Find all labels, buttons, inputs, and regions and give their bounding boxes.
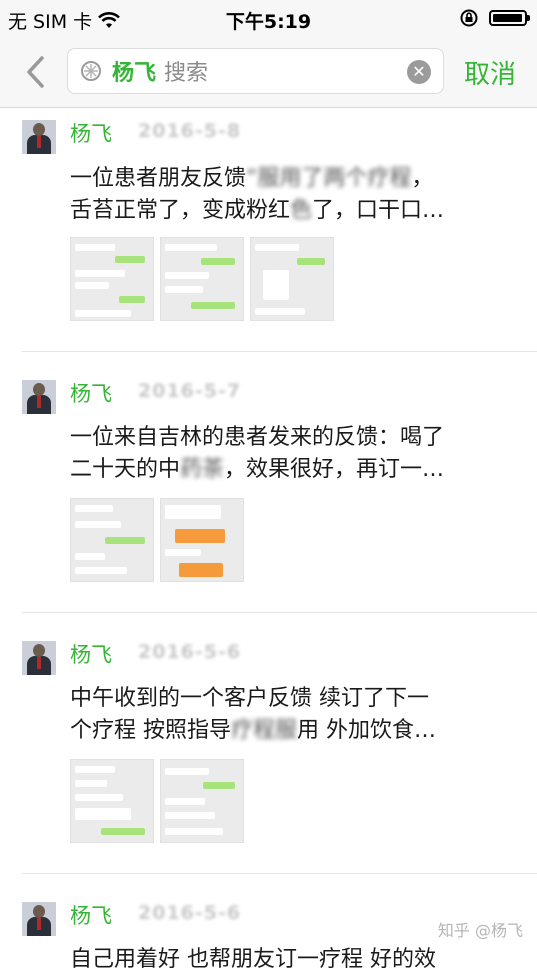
snippet-line2-b: 了，口干口… <box>312 198 445 223</box>
list-item[interactable]: 杨飞 2016-5-6 自己用着好 也帮朋友订一疗程 好的效 <box>0 874 537 972</box>
list-item[interactable]: 杨飞 2016-5-6 中午收到的一个客户反馈 续订了下一 个疗程 按照指导疗程… <box>0 613 537 874</box>
thumbnail-row <box>70 759 244 843</box>
snippet-line2-a: 二十天的中 <box>70 457 181 482</box>
orientation-lock-icon <box>460 9 478 27</box>
snippet-line1-b: ， <box>411 166 434 191</box>
avatar[interactable] <box>22 902 56 936</box>
status-bar: 无 SIM 卡 下午5:19 <box>0 0 537 38</box>
snippet-line2-a: 个疗程 按照指导 <box>70 718 231 743</box>
snippet-line2-blur: 药茶 <box>180 457 225 482</box>
list-item[interactable]: 杨飞 2016-5-8 一位患者朋友反馈“服用了两个疗程， 舌苔正常了，变成粉红… <box>0 108 537 352</box>
avatar[interactable] <box>22 380 56 414</box>
snippet-line1-a: 一位来自吉林的患者发来的反馈：喝了 <box>70 425 445 450</box>
avatar[interactable] <box>22 120 56 154</box>
post-date: 2016-5-7 <box>138 380 242 402</box>
battery-icon <box>489 10 530 26</box>
snippet-line2-b: ，效果很好，再订一… <box>224 457 445 482</box>
thumbnail-image[interactable] <box>250 237 334 321</box>
thumbnail-image[interactable] <box>160 759 244 843</box>
author-name[interactable]: 杨飞 <box>70 900 112 930</box>
thumbnail-image[interactable] <box>160 237 244 321</box>
post-date: 2016-5-6 <box>138 641 242 663</box>
snippet-line1-a: 自己用着好 也帮朋友订一疗程 好的效 <box>70 947 436 972</box>
thumbnail-image[interactable] <box>70 237 154 321</box>
thumbnail-row <box>70 237 334 321</box>
clear-icon[interactable]: ✕ <box>407 60 431 84</box>
snippet-line2-blur: 色 <box>290 198 313 223</box>
back-chevron-icon[interactable] <box>20 52 50 92</box>
thumbnail-image[interactable] <box>70 498 154 582</box>
search-bar: 杨飞 搜索 ✕ 取消 <box>0 38 537 108</box>
search-query: 杨飞 <box>112 61 157 86</box>
search-placeholder: 搜索 <box>164 61 209 86</box>
author-name[interactable]: 杨飞 <box>70 378 112 408</box>
post-date: 2016-5-6 <box>138 902 242 924</box>
status-right <box>459 8 530 28</box>
thumbnail-row <box>70 498 244 582</box>
snippet-line1-a: 一位患者朋友反馈 <box>70 166 247 191</box>
author-name[interactable]: 杨飞 <box>70 118 112 148</box>
post-snippet: 一位患者朋友反馈“服用了两个疗程， 舌苔正常了，变成粉红色了，口干口… <box>70 163 510 227</box>
watermark: 知乎 @杨飞 <box>437 921 523 940</box>
snippet-line1-a: 中午收到的一个客户反馈 续订了下一 <box>70 686 429 711</box>
snippet-line2-a: 舌苔正常了，变成粉红 <box>70 198 291 223</box>
thumbnail-image[interactable] <box>70 759 154 843</box>
search-icon <box>81 61 101 81</box>
cancel-button[interactable]: 取消 <box>464 54 516 91</box>
search-input[interactable]: 杨飞 搜索 ✕ <box>67 48 444 94</box>
avatar[interactable] <box>22 641 56 675</box>
list-item[interactable]: 杨飞 2016-5-7 一位来自吉林的患者发来的反馈：喝了 二十天的中药茶，效果… <box>0 352 537 613</box>
snippet-line2-b: 用 外加饮食… <box>297 718 437 743</box>
thumbnail-image[interactable] <box>160 498 244 582</box>
post-date: 2016-5-8 <box>138 120 242 142</box>
author-name[interactable]: 杨飞 <box>70 639 112 669</box>
post-snippet: 一位来自吉林的患者发来的反馈：喝了 二十天的中药茶，效果很好，再订一… <box>70 422 510 486</box>
status-time: 下午5:19 <box>225 11 312 33</box>
snippet-line2-blur: 疗程服 <box>231 718 298 743</box>
post-snippet: 中午收到的一个客户反馈 续订了下一 个疗程 按照指导疗程服用 外加饮食… <box>70 683 510 747</box>
snippet-line1-blur: “服用了两个疗程 <box>246 166 412 191</box>
post-snippet: 自己用着好 也帮朋友订一疗程 好的效 <box>70 944 510 976</box>
